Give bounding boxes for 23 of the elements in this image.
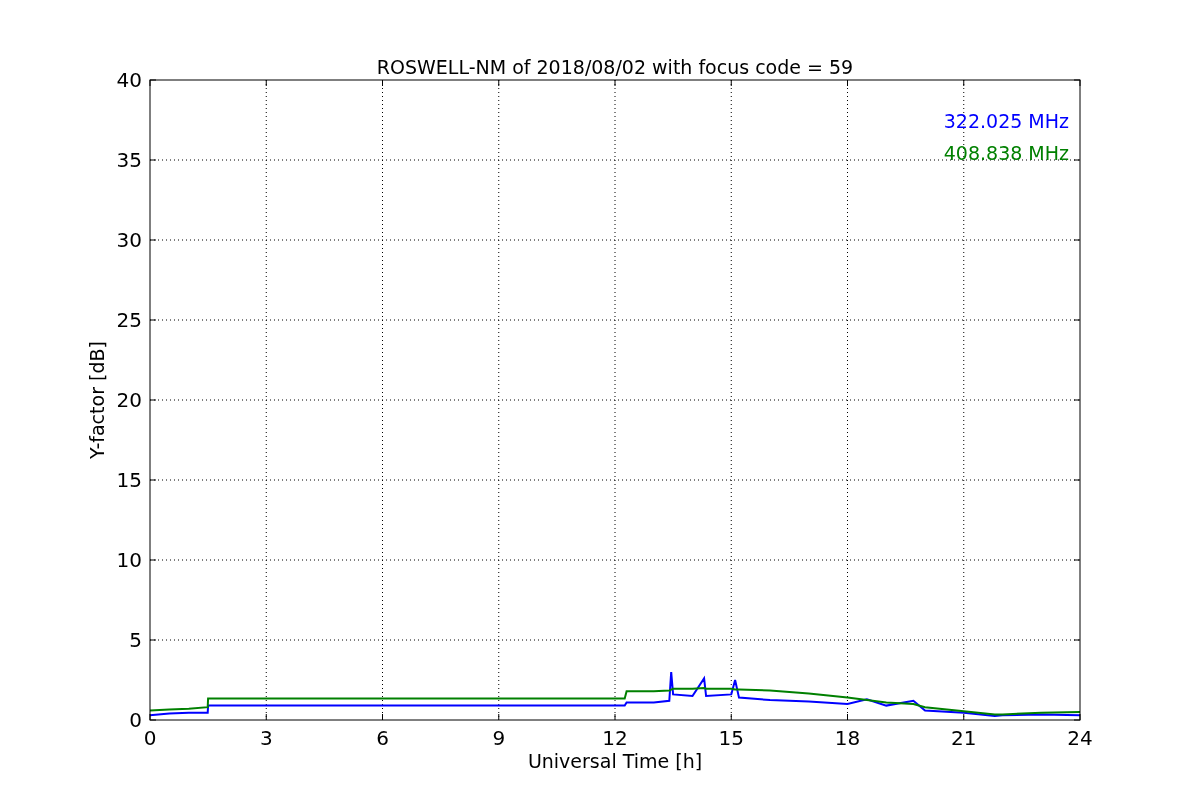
- x-axis-title: Universal Time [h]: [527, 750, 703, 772]
- chart-title: ROSWELL-NM of 2018/08/02 with focus code = 59: [376, 56, 854, 78]
- x-tick-label: 0: [143, 726, 157, 750]
- x-tick-label: 6: [376, 726, 389, 750]
- y-tick-label: 25: [116, 308, 142, 332]
- y-tick-label: 40: [116, 68, 142, 92]
- x-tick-label: 12: [602, 726, 628, 750]
- y-tick-label: 15: [116, 468, 142, 492]
- x-tick-label: 3: [259, 726, 273, 750]
- legend-label: 322.025 MHz: [943, 110, 1069, 132]
- y-tick-label: 35: [116, 148, 142, 172]
- y-axis-title: Y-factor [dB]: [86, 341, 108, 459]
- y-tick-label: 0: [129, 708, 142, 732]
- x-tick-label: 15: [718, 726, 744, 750]
- y-tick-label: 30: [116, 228, 142, 252]
- y-tick-label: 10: [116, 548, 142, 572]
- legend-label: 408.838 MHz: [943, 142, 1069, 164]
- x-tick-label: 24: [1067, 726, 1093, 750]
- x-tick-label: 18: [834, 726, 861, 750]
- y-tick-label: 5: [129, 628, 142, 652]
- x-tick-label: 9: [492, 726, 506, 750]
- x-tick-label: 21: [951, 726, 977, 750]
- y-tick-label: 20: [116, 388, 142, 412]
